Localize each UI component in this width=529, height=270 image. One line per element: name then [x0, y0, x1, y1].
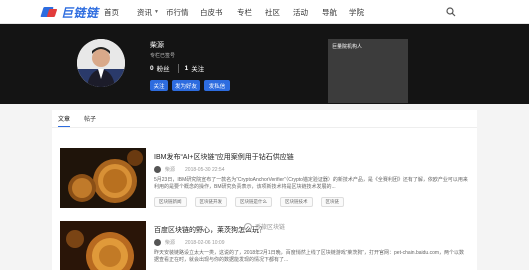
chevron-down-icon: ▼: [154, 9, 159, 15]
user-subtitle: 专栏已签号: [150, 53, 176, 59]
article-meta: 柴源 2018-05-30 22:54: [154, 166, 225, 173]
fans-count: 0: [150, 64, 154, 72]
follow-label[interactable]: 关注: [191, 63, 204, 73]
fans-label[interactable]: 粉丝: [157, 63, 170, 73]
nav-item-guide[interactable]: 导航: [322, 7, 349, 18]
tag[interactable]: 区块链技术: [280, 197, 313, 207]
private-message-button[interactable]: 发私信: [204, 80, 230, 91]
watermark: 币旅区块链: [244, 222, 285, 231]
avatar: [77, 39, 125, 87]
tag[interactable]: 区块链: [320, 197, 344, 207]
nav-item-whitepaper[interactable]: 白皮书: [200, 7, 237, 18]
tag[interactable]: 区块链开发: [194, 197, 227, 207]
article-title[interactable]: IBM发布“AI+区块链”应用案例用于钻石供应链: [154, 152, 294, 162]
add-friend-button[interactable]: 发为好友: [172, 80, 200, 91]
nav-item-market[interactable]: 币行情: [166, 7, 200, 18]
banner-side-panel: 巨量院机构人: [328, 39, 408, 103]
author-avatar: [154, 166, 161, 173]
nav-item-column[interactable]: 专栏: [237, 7, 265, 18]
article-tags: 区块链新闻 区块链开发 区块链是什么 区块链技术 区块链: [154, 197, 352, 207]
article-thumbnail[interactable]: [60, 221, 146, 270]
profile-actions: 关注 发为好友 发私信: [150, 80, 234, 91]
nav-item-academy[interactable]: 学院: [349, 7, 373, 18]
site-logo[interactable]: 巨链链: [40, 5, 99, 20]
tab-articles[interactable]: 文章: [58, 114, 71, 127]
main-nav: 首页 资讯 ▼ 币行情 白皮书 专栏 社区 活动 导航 学院: [104, 0, 373, 24]
article-meta: 柴源 2018-02-06 10:09: [154, 239, 225, 246]
article-author[interactable]: 柴源: [165, 239, 175, 246]
top-navigation-bar: 巨链链 首页 资讯 ▼ 币行情 白皮书 专栏 社区 活动 导航 学院: [0, 0, 529, 24]
nav-item-home[interactable]: 首页: [104, 7, 137, 18]
article-date: 2018-02-06 10:09: [185, 239, 225, 246]
article-author[interactable]: 柴源: [165, 166, 175, 173]
list-item[interactable]: IBM发布“AI+区块链”应用案例用于钻石供应链 柴源 2018-05-30 2…: [60, 148, 475, 210]
tab-divider: [52, 127, 477, 128]
content-area: 文章 帖子 IBM发布“AI+区块链”应用案例用于钻石供应链 柴源 2018-0…: [52, 110, 477, 270]
logo-mark-icon: [40, 6, 58, 18]
author-avatar: [154, 239, 161, 246]
nav-item-news[interactable]: 资讯 ▼: [137, 7, 166, 18]
wechat-icon: [244, 222, 252, 231]
user-stats: 0 粉丝 1 关注: [150, 63, 210, 73]
content-tabs: 文章 帖子: [58, 114, 110, 127]
tag[interactable]: 区块链是什么: [235, 197, 272, 207]
follow-button[interactable]: 关注: [150, 80, 168, 91]
article-excerpt: 昨天安装链路设立太大一类，这说的了，2018年2月1日晚，百度悄然上线了区块链游…: [154, 250, 465, 263]
article-excerpt: 5月23日，IBM研究院宣布了一款名为“CryptoAnchorVerifier…: [154, 177, 468, 190]
follow-count: 1: [184, 64, 189, 72]
panel-title: 巨量院机构人: [332, 44, 363, 50]
logo-text: 巨链链: [61, 5, 99, 20]
search-icon[interactable]: [446, 7, 456, 17]
stats-divider: [177, 63, 179, 73]
tab-posts[interactable]: 帖子: [84, 114, 96, 127]
article-date: 2018-05-30 22:54: [185, 166, 225, 173]
tag[interactable]: 区块链新闻: [154, 197, 187, 207]
nav-item-community[interactable]: 社区: [265, 7, 293, 18]
user-name: 柴源: [150, 42, 164, 49]
article-thumbnail[interactable]: [60, 148, 146, 208]
nav-item-events[interactable]: 活动: [293, 7, 322, 18]
